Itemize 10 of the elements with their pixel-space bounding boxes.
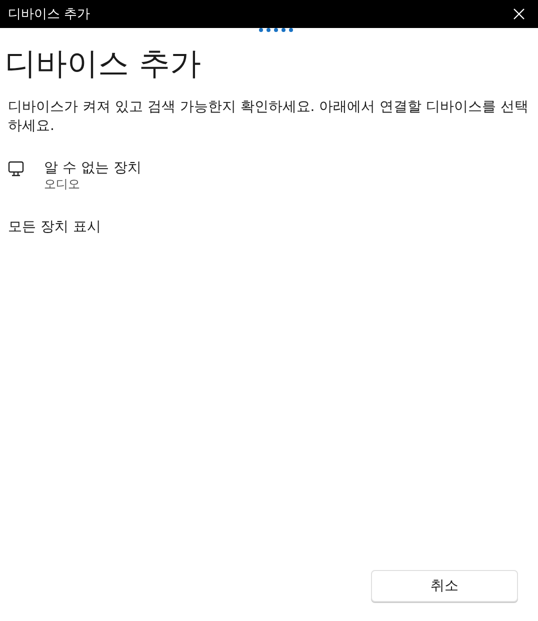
window-title: 디바이스 추가 [8,6,90,23]
close-icon[interactable] [513,8,525,20]
progress-dots-icon [259,28,293,32]
heading: 디바이스 추가 [5,45,202,84]
device-type: 오디오 [44,177,81,192]
show-all-devices-link[interactable]: 모든 장치 표시 [8,218,101,236]
device-name[interactable]: 알 수 없는 장치 [44,159,142,177]
description: 디바이스가 켜져 있고 검색 가능한지 확인하세요. 아래에서 연결할 디바이스를 선택하세요. [8,98,530,136]
monitor-icon [8,161,24,177]
cancel-button[interactable]: 취소 [371,570,518,602]
